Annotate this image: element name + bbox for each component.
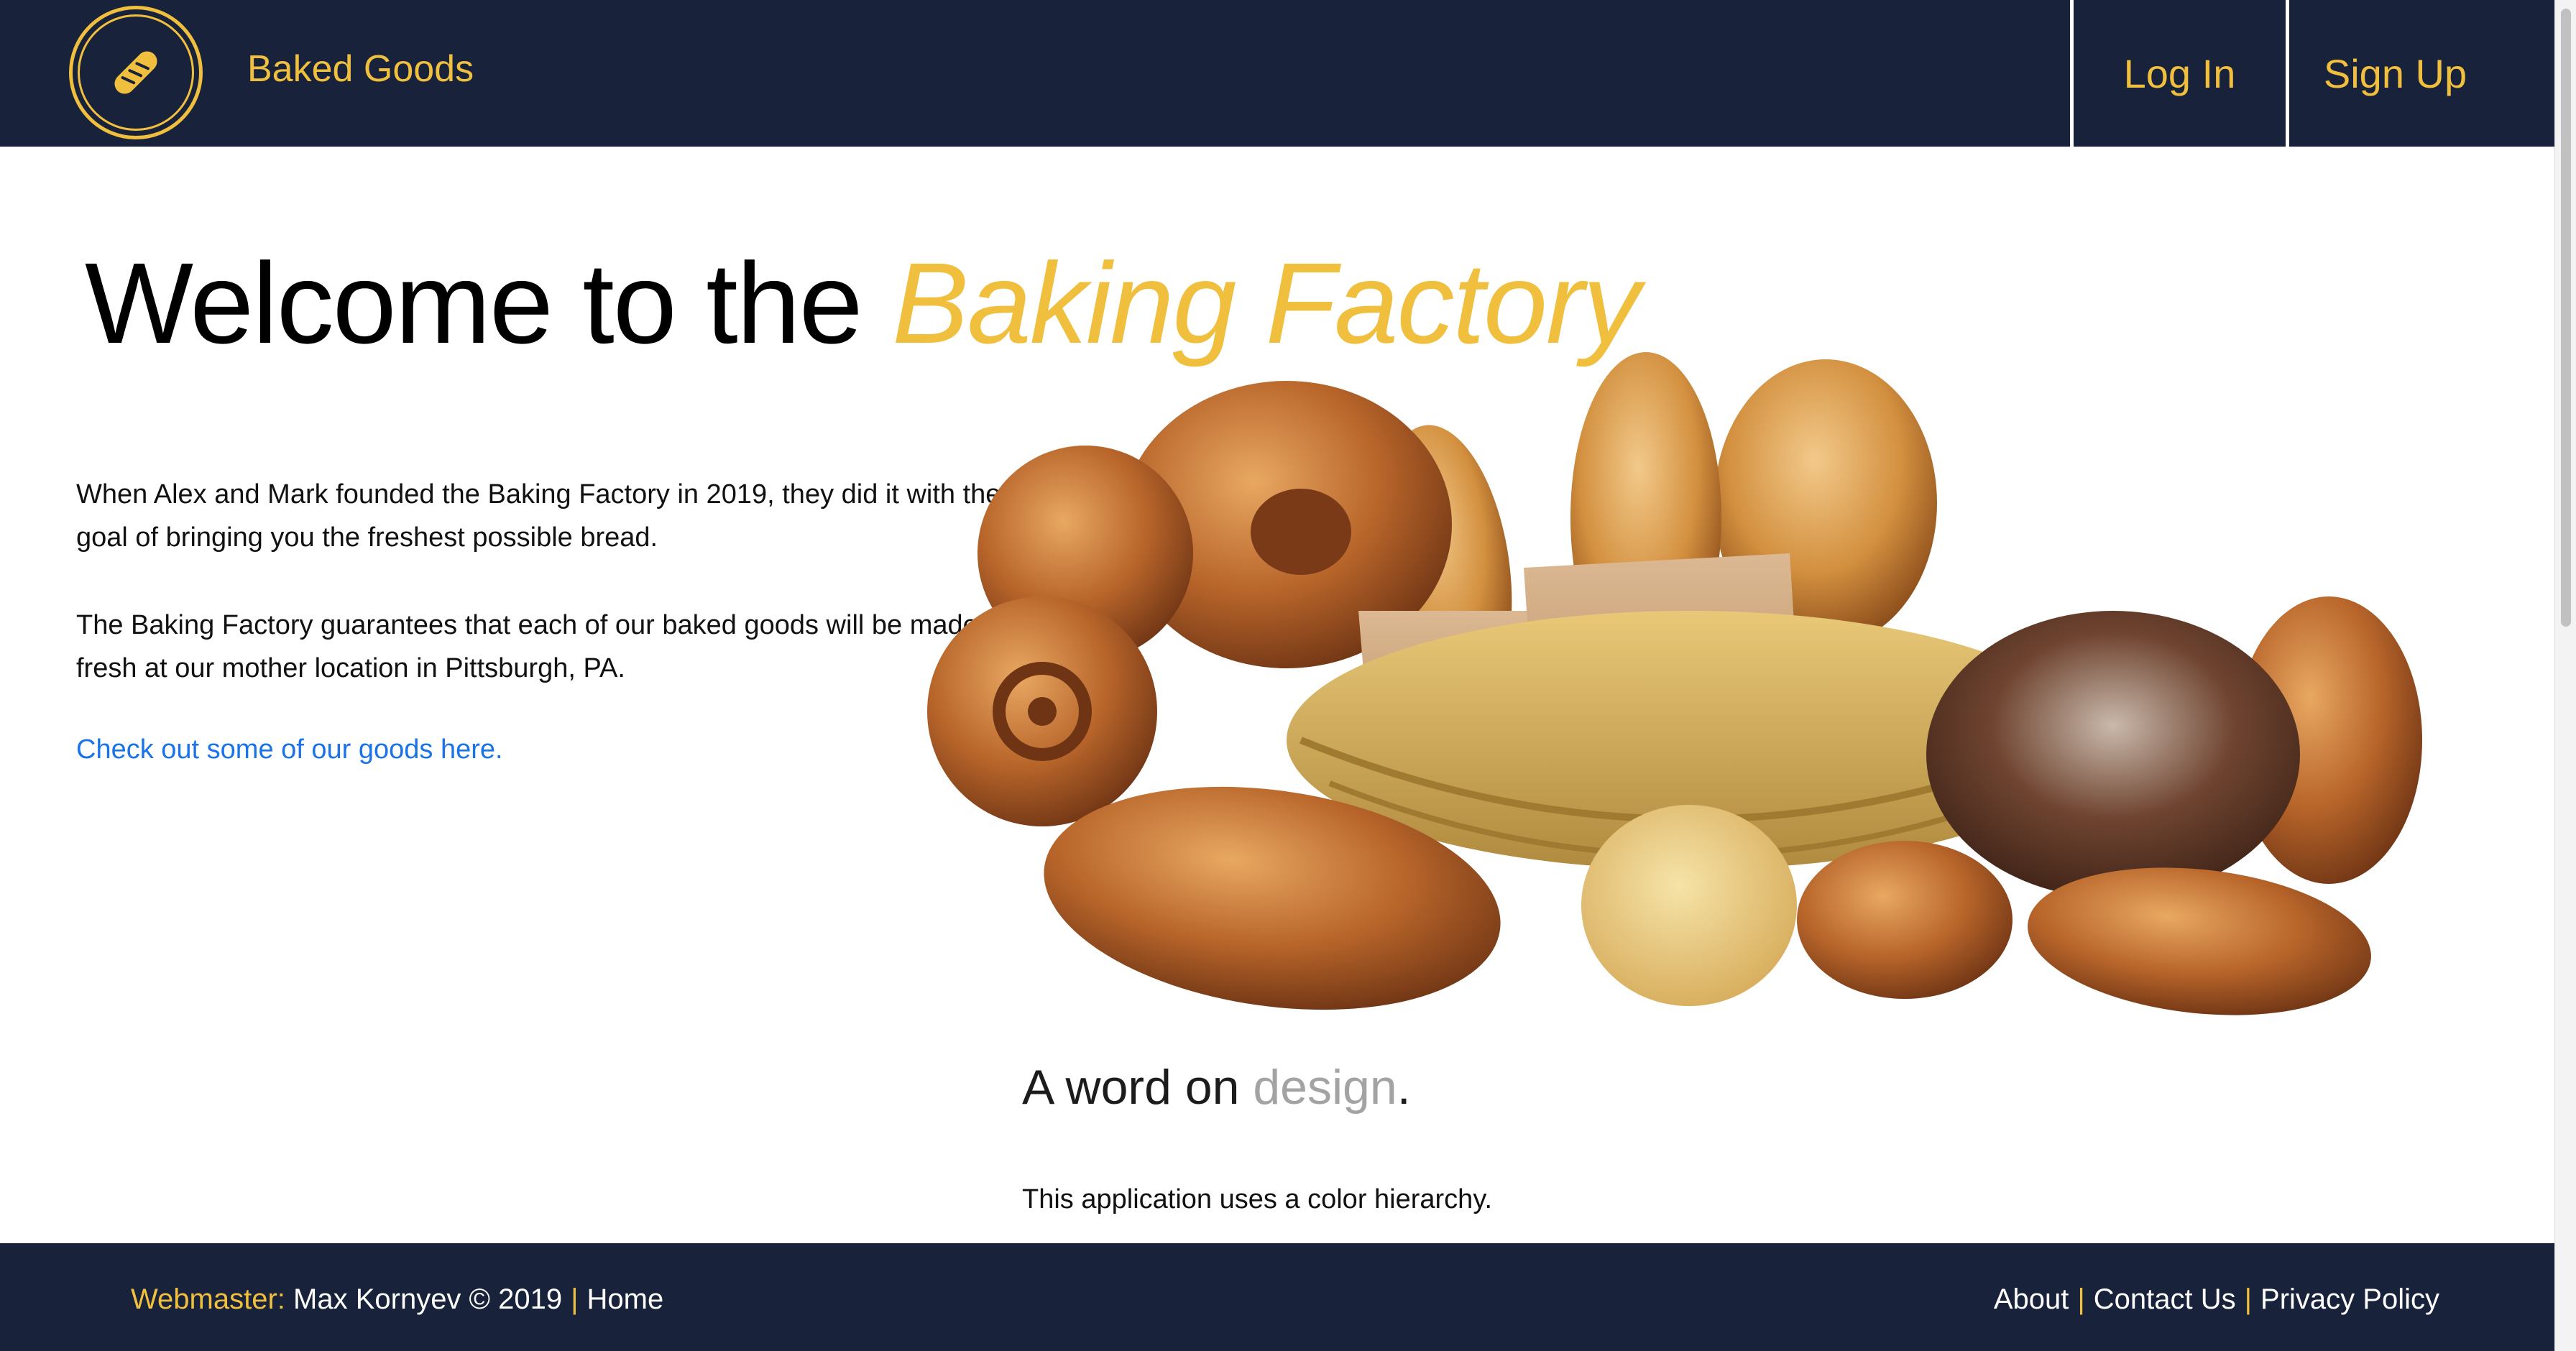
brand-name[interactable]: Baked Goods (247, 47, 474, 91)
login-button[interactable]: Log In (2070, 0, 2286, 147)
footer-separator: | (2077, 1283, 2085, 1315)
footer-privacy-link[interactable]: Privacy Policy (2260, 1283, 2439, 1315)
design-title-accent: design (1253, 1060, 1397, 1115)
webmaster-label: Webmaster: (131, 1283, 285, 1315)
design-title-end: . (1397, 1060, 1411, 1115)
page-footer: Webmaster: Max Kornyev © 2019 | Home About… (0, 1243, 2554, 1351)
goods-link[interactable]: Check out some of our goods here. (76, 734, 503, 765)
footer-home-link[interactable]: Home (587, 1283, 664, 1315)
top-navbar: Baked Goods Log In Sign Up (0, 0, 2554, 147)
design-title-start: A word on (1022, 1060, 1254, 1115)
footer-credits: Webmaster: Max Kornyev © 2019 | Home (131, 1283, 663, 1316)
footer-links: About | Contact Us | Privacy Policy (1994, 1283, 2439, 1316)
intro-paragraph: When Alex and Mark founded the Baking Fa… (76, 479, 1001, 553)
webmaster-text: Max Kornyev © 2019 (293, 1283, 563, 1315)
signup-button[interactable]: Sign Up (2286, 0, 2501, 147)
baguette-icon (114, 51, 157, 94)
footer-separator: | (571, 1283, 579, 1315)
footer-about-link[interactable]: About (1994, 1283, 2069, 1315)
bread-basket-image (927, 352, 2422, 1015)
footer-separator: | (2244, 1283, 2253, 1315)
logo-badge[interactable] (69, 6, 203, 139)
title-plain: Welcome to the (85, 239, 893, 367)
scrollbar-thumb[interactable] (2561, 9, 2571, 627)
design-section-text: This application uses a color hierarchy. (1022, 1184, 1493, 1214)
design-section-title: A word on design. (1022, 1059, 1411, 1115)
page-scrollbar[interactable] (2554, 0, 2576, 1351)
footer-contact-link[interactable]: Contact Us (2094, 1283, 2236, 1315)
guarantee-paragraph: The Baking Factory guarantees that each … (76, 610, 978, 683)
